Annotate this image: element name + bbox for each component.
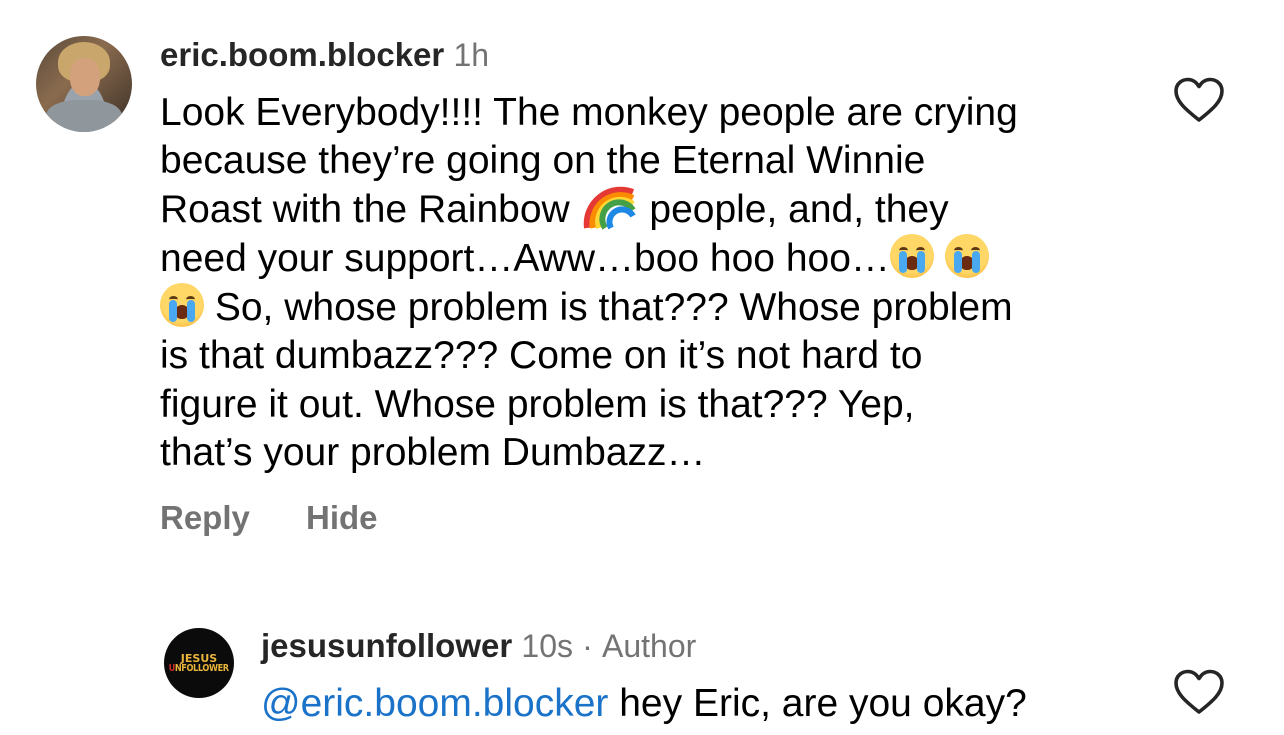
comment-line-part: Roast with the Rainbow: [160, 187, 581, 231]
comment-line-part: people, and, they: [638, 187, 949, 231]
logo-text-bottom: UNFOLLOWER: [168, 662, 230, 674]
comment-line-part: need your support…Aww…boo hoo hoo…: [160, 236, 890, 280]
comment-line: is that dumbazz??? Come on it’s not hard…: [160, 334, 923, 378]
avatar[interactable]: JESUS UNFOLLOWER: [164, 628, 234, 698]
comment-header: jesusunfollower 10s · Author: [261, 627, 696, 665]
comment-line: because they’re going on the Eternal Win…: [160, 139, 926, 183]
rainbow-emoji-icon: [583, 186, 636, 230]
comment-line: need your support…Aww…boo hoo hoo…: [160, 233, 1018, 283]
timestamp: 10s: [521, 628, 573, 664]
comment-line: that’s your problem Dumbazz…: [160, 431, 706, 475]
heart-icon[interactable]: [1173, 77, 1225, 123]
crying-face-icon: [889, 233, 934, 278]
comment-text: @eric.boom.blocker hey Eric, are you oka…: [261, 680, 1027, 728]
separator: ·: [582, 628, 593, 664]
comment-line-part: So, whose problem is that??? Whose probl…: [204, 286, 1013, 330]
avatar-face: [70, 58, 100, 96]
comment-line: figure it out. Whose problem is that??? …: [160, 382, 915, 426]
comment-text: Look Everybody!!!! The monkey people are…: [160, 89, 1018, 477]
hide-button[interactable]: Hide: [306, 499, 378, 537]
comment-header: eric.boom.blocker 1h: [160, 36, 489, 74]
comment-line: Look Everybody!!!! The monkey people are…: [160, 91, 1018, 134]
avatar[interactable]: [36, 36, 132, 132]
username[interactable]: jesusunfollower: [261, 627, 512, 664]
username[interactable]: eric.boom.blocker: [160, 36, 444, 73]
reply-text: hey Eric, are you okay?: [608, 682, 1027, 725]
author-badge: Author: [601, 628, 697, 664]
avatar-shirt: [46, 100, 122, 132]
timestamp: 1h: [453, 37, 490, 73]
comment-line: So, whose problem is that??? Whose probl…: [160, 283, 1018, 332]
reply-button[interactable]: Reply: [160, 499, 250, 537]
crying-face-icon: [160, 283, 204, 328]
mention-link[interactable]: @eric.boom.blocker: [261, 682, 608, 725]
comment-line: Roast with the Rainbow people, and, they: [160, 186, 1018, 234]
crying-face-icon: [944, 233, 989, 278]
heart-icon[interactable]: [1173, 669, 1225, 715]
